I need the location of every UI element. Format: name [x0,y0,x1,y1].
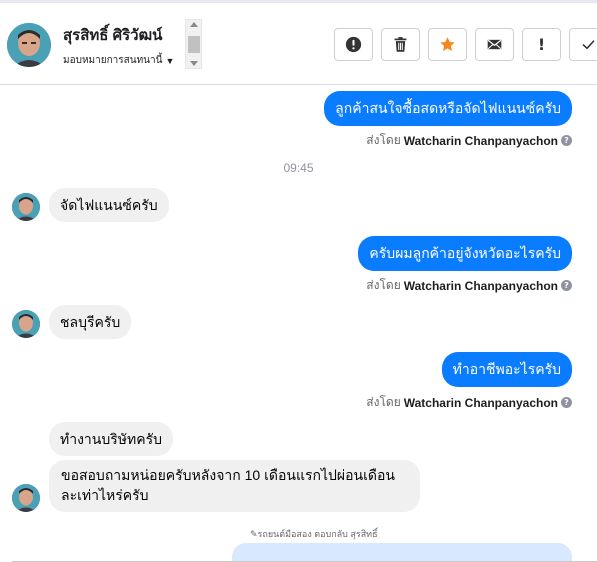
assign-conversation-dropdown[interactable]: มอบหมายการสนทนานี้ ▼ [63,53,174,68]
header-scrollbar[interactable] [185,19,202,69]
reply-status-note: ✎รถยนต์มือสอง ตอบกลับ สุรสิทธิ์ [250,529,378,539]
sent-by-prefix: ส่งโดย [366,133,401,147]
delete-button[interactable] [381,28,420,61]
caret-down-icon: ▼ [165,55,175,66]
message-outgoing: ครับผมลูกค้าอยู่จังหวัดอะไรครับ [358,236,572,271]
contact-avatar-small [12,193,40,221]
sent-by-agent: Watcharin Chanpanyachon [403,133,558,148]
scroll-thumb[interactable] [188,36,200,53]
message-incoming: จัดไฟแนนซ์ครับ [49,188,169,222]
message-timestamp: 09:45 [283,161,314,175]
spam-button[interactable]: ! [522,28,561,61]
assign-label: มอบหมายการสนทนานี้ [63,55,163,66]
message-incoming: ชลบุรีครับ [49,305,132,339]
mark-unread-button[interactable] [475,28,514,61]
help-icon[interactable]: ? [561,135,572,146]
envelope-icon [487,39,502,50]
message-incoming: ขอสอบถามหน่อยครับหลังจาก 10 เดือนแรกไปผ่… [49,460,420,512]
action-toolbar: ! [334,28,597,61]
exclamation-icon: ! [537,35,546,54]
alert-button[interactable] [334,28,373,61]
sent-by-label: ส่งโดย Watcharin Chanpanyachon ? [366,393,572,412]
trash-icon [394,37,407,52]
contact-name: สุรสิทธิ์ ศิริวัฒน์ [63,27,163,44]
contact-avatar-small [12,484,40,512]
sent-by-prefix: ส่งโดย [366,395,401,409]
sent-by-label: ส่งโดย Watcharin Chanpanyachon ? [366,276,572,295]
star-button[interactable] [428,28,467,61]
sent-by-agent: Watcharin Chanpanyachon [403,395,558,410]
sent-by-prefix: ส่งโดย [366,278,401,292]
alert-circle-icon [345,36,362,53]
scroll-down-arrow-icon[interactable] [190,61,198,66]
sent-by-label: ส่งโดย Watcharin Chanpanyachon ? [366,131,572,150]
contact-avatar-small [12,310,40,338]
star-icon [440,37,455,51]
checkmark-icon [582,40,595,50]
mark-done-button[interactable] [569,28,597,61]
message-outgoing-partial [232,543,572,562]
help-icon[interactable]: ? [561,397,572,408]
help-icon[interactable]: ? [561,280,572,291]
contact-avatar[interactable] [7,23,51,67]
sent-by-agent: Watcharin Chanpanyachon [403,278,558,293]
conversation-header: สุรสิทธิ์ ศิริวัฒน์ มอบหมายการสนทนานี้ ▼ [0,3,597,85]
message-outgoing: ทำอาชีพอะไรครับ [441,352,572,387]
scroll-up-arrow-icon[interactable] [190,22,198,27]
message-outgoing: ลูกค้าสนใจซื้อสดหรือจัดไฟแนนซ์ครับ [324,91,572,126]
message-incoming: ทำงานบริษัทครับ [49,422,173,456]
